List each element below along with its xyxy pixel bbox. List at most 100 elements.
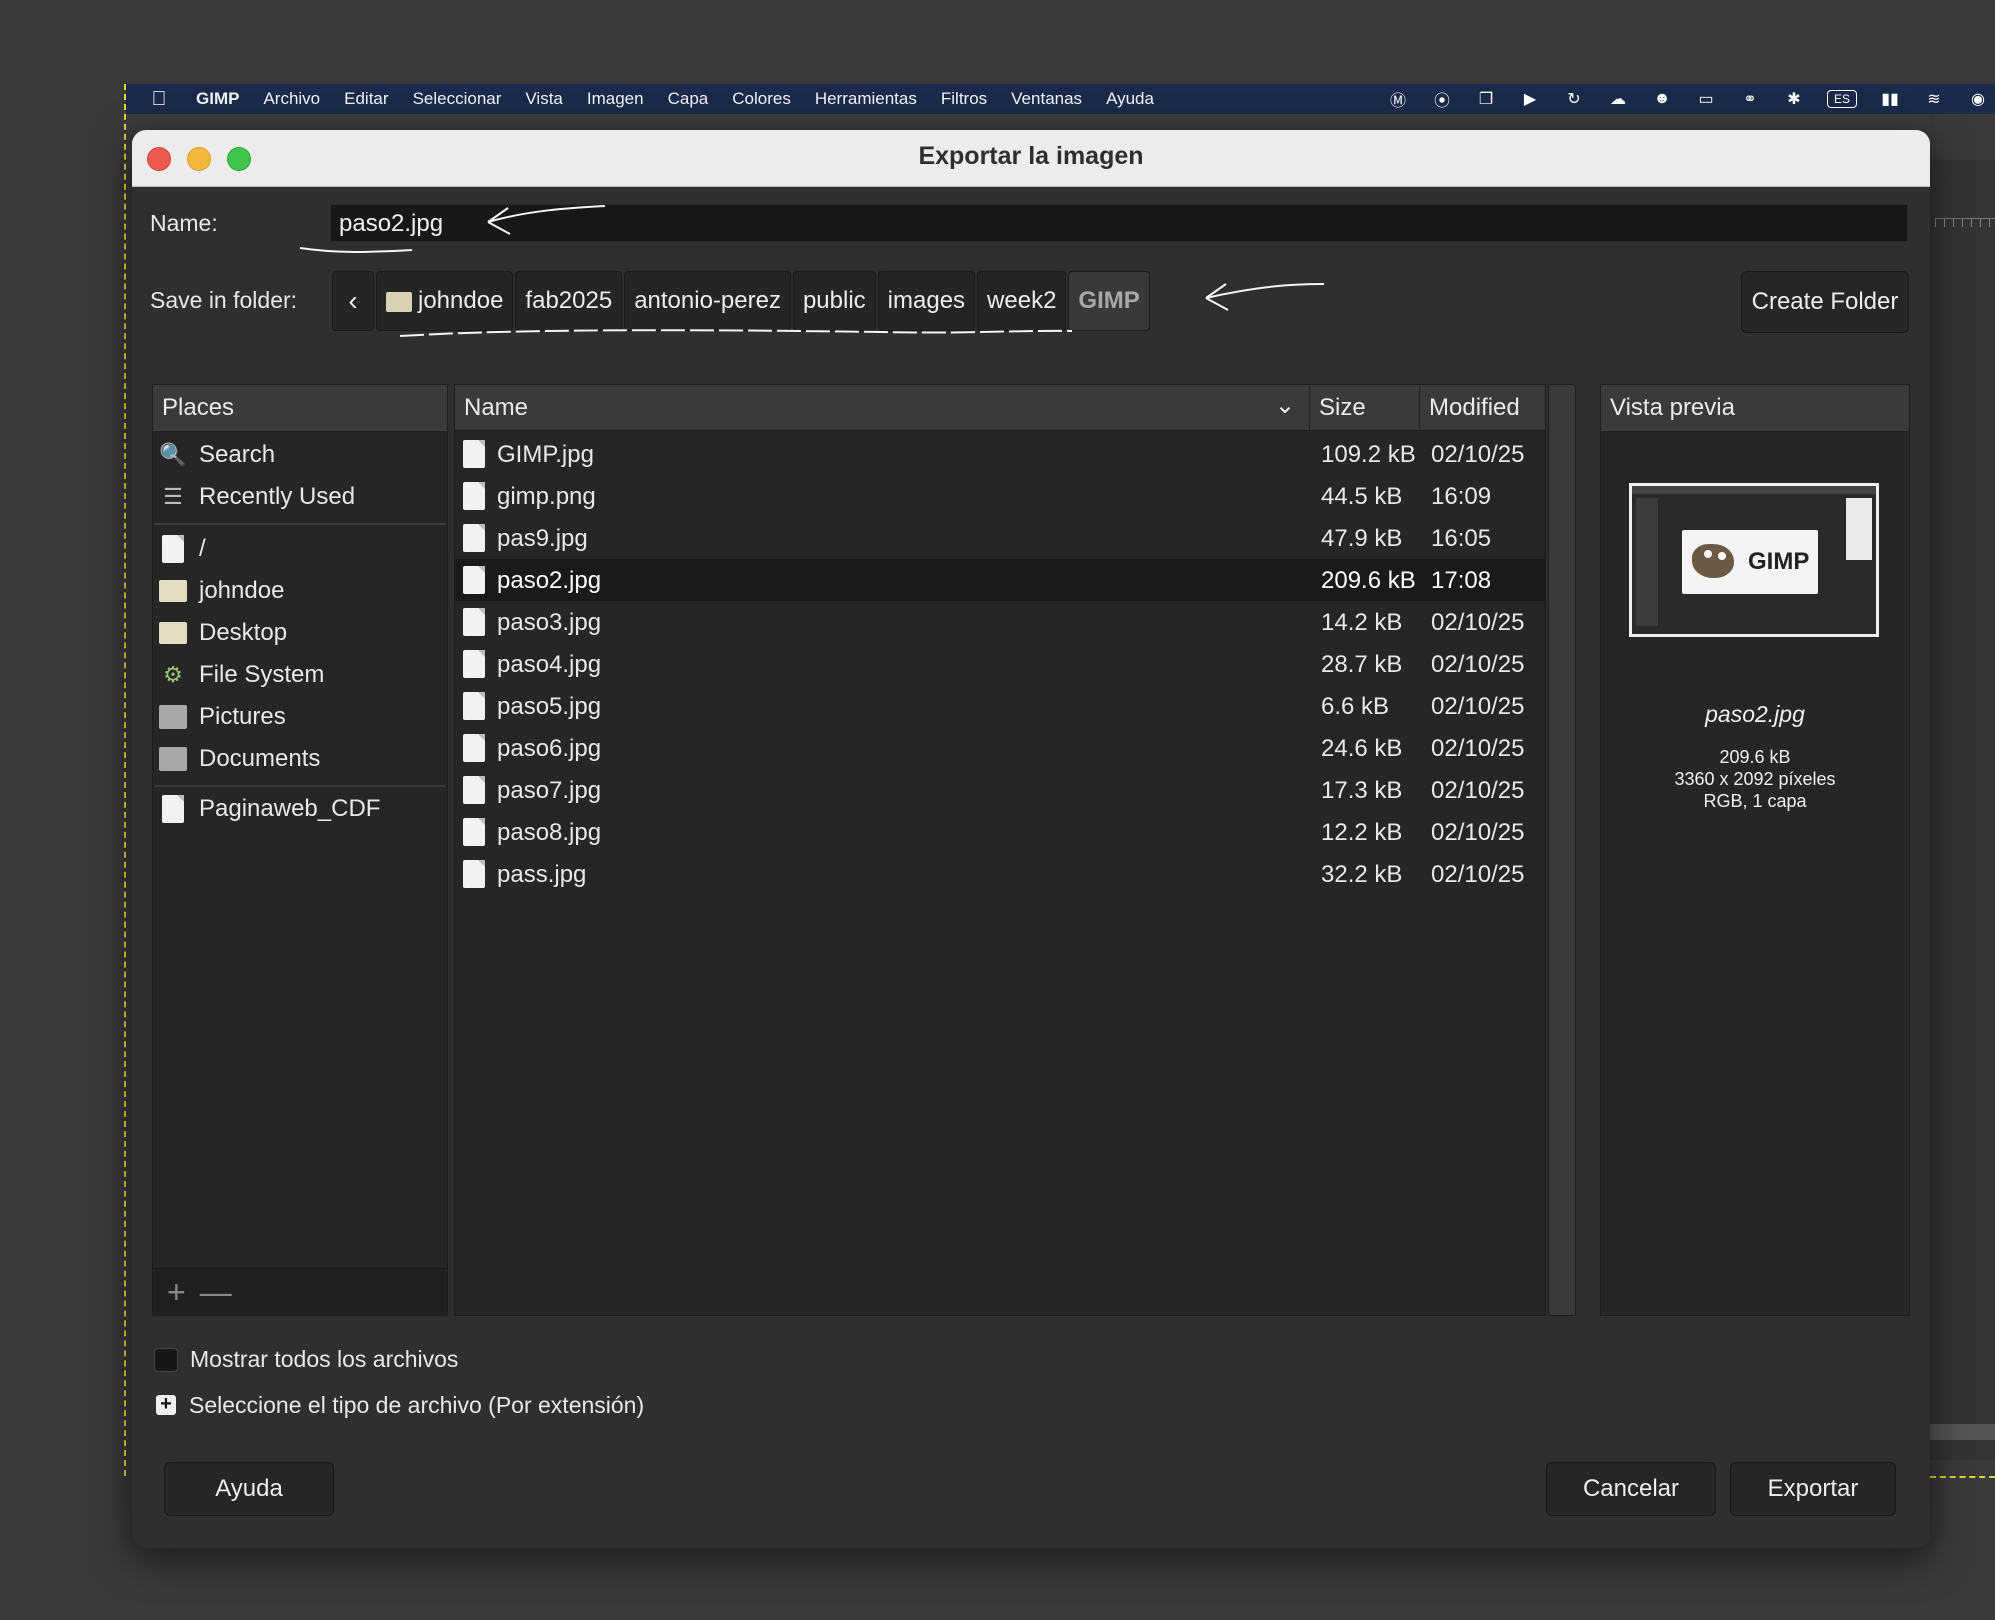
places-item-recently-used[interactable]: ☰ Recently Used [153,477,447,517]
file-row[interactable]: paso4.jpg 28.7 kB 02/10/25 [455,643,1545,685]
places-item-file-system[interactable]: ⚙ File System [153,655,447,695]
file-modified: 16:05 [1431,525,1492,552]
file-modified: 02/10/25 [1431,441,1525,468]
user-icon[interactable]: ◉ [1967,89,1989,109]
bluetooth-icon[interactable]: ✱ [1783,89,1805,109]
file-list: Name ⌄ Size Modified GIMP.jpg 109.2 kB 02/… [454,384,1546,1316]
preview-size: 209.6 kB [1719,747,1791,767]
places-item-label: Documents [199,745,321,772]
file-size: 44.5 kB [1321,483,1403,510]
menu-ayuda[interactable]: Ayuda [1106,89,1154,109]
document-icon [162,535,184,563]
save-in-folder-label: Save in folder: [150,287,298,313]
show-all-files-checkbox[interactable] [154,1348,178,1372]
menu-colores[interactable]: Colores [732,89,791,109]
selection-marquee-left [124,84,126,1476]
battery-icon[interactable]: ▮▮ [1879,89,1901,109]
file-icon [463,650,485,678]
file-icon [463,860,485,888]
file-row[interactable]: paso6.jpg 24.6 kB 02/10/25 [455,727,1545,769]
column-header-size[interactable]: Size [1309,385,1419,431]
file-type-expander[interactable]: Seleccione el tipo de archivo (Por exten… [189,1392,644,1419]
cancel-button[interactable]: Cancelar [1546,1462,1716,1516]
column-header-modified[interactable]: Modified [1419,385,1545,431]
cloud-icon[interactable]: ☁ [1607,89,1629,109]
gimp-logo-text: GIMP [1748,548,1810,575]
display-icon[interactable]: ▭ [1695,89,1717,109]
file-modified: 02/10/25 [1431,651,1525,678]
file-name: paso3.jpg [497,609,602,636]
places-item-documents[interactable]: Documents [153,739,447,779]
apple-icon[interactable]:  [146,86,172,112]
wifi-icon[interactable]: ≋ [1923,89,1945,109]
remove-bookmark-icon[interactable]: — [200,1274,232,1311]
file-row[interactable]: pass.jpg 32.2 kB 02/10/25 [455,853,1545,895]
file-list-scrollbar[interactable] [1548,384,1576,1316]
file-size: 6.6 kB [1321,693,1390,720]
create-folder-button[interactable]: Create Folder [1741,271,1909,333]
headphones-icon[interactable]: ⚭ [1739,89,1761,109]
breadcrumb-back-button[interactable]: ‹ [332,271,374,331]
export-button[interactable]: Exportar [1730,1462,1896,1516]
add-bookmark-icon[interactable]: + [167,1274,186,1311]
annotation-arrow-folder [1205,283,1325,311]
file-modified: 02/10/25 [1431,735,1525,762]
input-language-indicator[interactable]: ES [1827,90,1857,108]
menu-editar[interactable]: Editar [344,89,388,109]
user-sync-icon[interactable]: ☻ [1651,90,1673,108]
canvas-ruler [1935,218,1995,227]
menu-vista[interactable]: Vista [525,89,563,109]
places-item-root[interactable]: / [153,529,447,569]
help-button[interactable]: Ayuda [164,1462,334,1516]
file-name: paso6.jpg [497,735,602,762]
column-name-label: Name [464,393,529,421]
places-item-label: / [199,535,206,562]
places-footer: + — [153,1268,447,1315]
preview-panel: Vista previa GIMP paso2.jpg 209.6 kB 336… [1600,384,1910,1316]
file-size: 14.2 kB [1321,609,1403,636]
file-row[interactable]: paso8.jpg 12.2 kB 02/10/25 [455,811,1545,853]
file-name: gimp.png [497,483,596,510]
file-icon [463,566,485,594]
airdrop-icon[interactable]: ⦿ [1431,87,1453,111]
window-icon[interactable]: ❐ [1475,89,1497,109]
menu-capa[interactable]: Capa [668,89,709,109]
column-header-name[interactable]: Name ⌄ [455,385,1309,431]
menu-imagen[interactable]: Imagen [587,89,644,109]
time-machine-icon[interactable]: ↻ [1563,89,1585,109]
play-icon[interactable]: ▶ [1519,89,1541,109]
file-row[interactable]: paso5.jpg 6.6 kB 02/10/25 [455,685,1545,727]
places-item-paginaweb[interactable]: Paginaweb_CDF [153,789,447,829]
file-row[interactable]: paso3.jpg 14.2 kB 02/10/25 [455,601,1545,643]
file-row[interactable]: paso2.jpg 209.6 kB 17:08 [455,559,1545,601]
menu-herramientas[interactable]: Herramientas [815,89,917,109]
places-item-pictures[interactable]: Pictures [153,697,447,737]
menu-ventanas[interactable]: Ventanas [1011,89,1082,109]
export-image-dialog: Exportar la imagen Name: paso2.jpg Save … [132,130,1930,1548]
places-item-desktop[interactable]: Desktop [153,613,447,653]
menu-app-name[interactable]: GIMP [196,89,239,109]
annotation-underline-name [299,247,413,253]
preview-thumbnail: GIMP [1629,483,1879,637]
file-size: 12.2 kB [1321,819,1403,846]
dialog-title: Exportar la imagen [918,142,1144,170]
file-row[interactable]: paso7.jpg 17.3 kB 02/10/25 [455,769,1545,811]
file-size: 47.9 kB [1321,525,1403,552]
file-modified: 02/10/25 [1431,777,1525,804]
status-icons: Ⓜ ⦿ ❐ ▶ ↻ ☁ ☻ ▭ ⚭ ✱ ES ▮▮ ≋ ◉ [1387,84,1995,114]
menu-archivo[interactable]: Archivo [263,89,320,109]
folder-icon [159,622,187,644]
file-row[interactable]: pas9.jpg 47.9 kB 16:05 [455,517,1545,559]
canvas-scrollbar [1930,1424,1995,1440]
file-name: paso5.jpg [497,693,602,720]
file-row[interactable]: gimp.png 44.5 kB 16:09 [455,475,1545,517]
places-item-johndoe[interactable]: johndoe [153,571,447,611]
expand-icon[interactable]: + [156,1394,176,1415]
places-item-label: Search [199,441,276,468]
m-app-icon[interactable]: Ⓜ [1387,87,1409,111]
menu-filtros[interactable]: Filtros [941,89,987,109]
file-name: GIMP.jpg [497,441,594,468]
places-item-search[interactable]: 🔍 Search [153,435,447,475]
menu-seleccionar[interactable]: Seleccionar [413,89,502,109]
file-row[interactable]: GIMP.jpg 109.2 kB 02/10/25 [455,433,1545,475]
